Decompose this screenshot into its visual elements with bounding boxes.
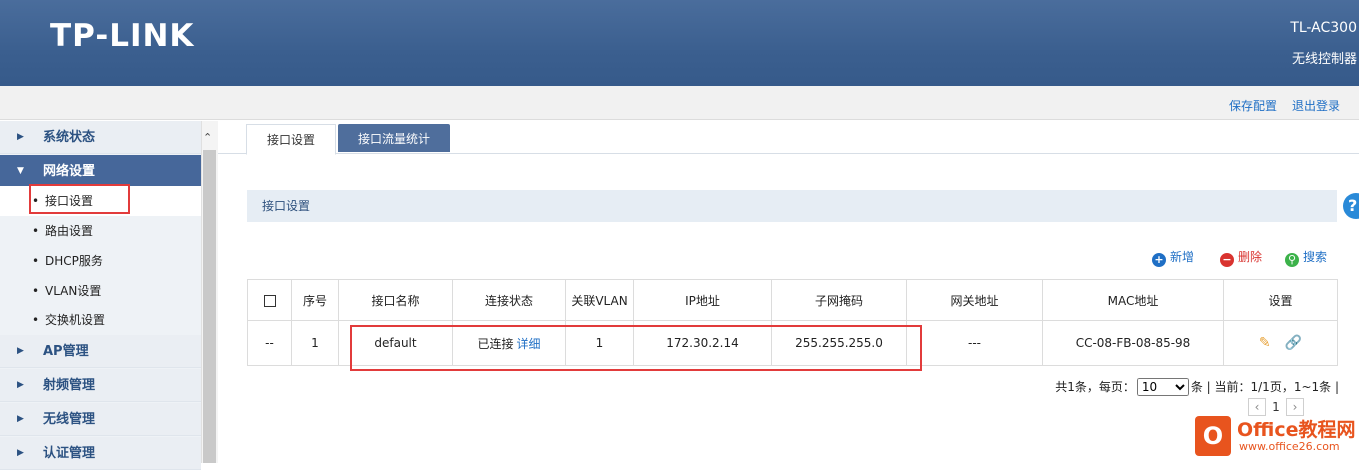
sidebar-item-label: 路由设置 <box>45 224 94 238</box>
current-page[interactable]: 1 <box>1266 400 1286 414</box>
col-header: 关联VLAN <box>565 279 634 321</box>
plus-icon: + <box>1152 253 1166 267</box>
sidebar-item-label: 交换机设置 <box>45 313 106 327</box>
select-all-cell <box>247 279 292 321</box>
tab-bar: 接口设置 接口流量统计 <box>218 121 1359 155</box>
edit-pencil-icon[interactable]: ✎ <box>1259 335 1271 351</box>
sidebar-group-label: 系统状态 <box>43 130 96 145</box>
sidebar-group-label: AP管理 <box>43 344 89 359</box>
search-button[interactable]: ⚲ 搜索 <box>1285 248 1328 267</box>
sidebar-group-system-status[interactable]: ▶ 系统状态 <box>0 121 201 154</box>
sidebar-item-dhcp[interactable]: • DHCP服务 <box>0 246 201 276</box>
top-header: TP-LINK TL-AC300 无线控制器 <box>0 0 1359 86</box>
office-logo-icon: O <box>1195 416 1231 456</box>
pager-summary: 共1条，每页： 10 条 | 当前：1/1页，1~1条 | <box>1055 378 1339 396</box>
sidebar-group-label: 射频管理 <box>43 378 96 393</box>
sidebar-group-radio[interactable]: ▶ 射频管理 <box>0 369 201 402</box>
chevron-up-icon[interactable]: ⌃ <box>203 131 212 144</box>
col-header: 接口名称 <box>338 279 453 321</box>
search-label: 搜索 <box>1303 250 1328 264</box>
link-icon[interactable]: 🔗 <box>1285 335 1302 351</box>
row-check: -- <box>247 320 292 366</box>
col-header: 连接状态 <box>452 279 566 321</box>
scrollbar-thumb[interactable] <box>203 150 216 463</box>
watermark-text: Office教程网 <box>1237 419 1356 441</box>
col-header: 网关地址 <box>906 279 1043 321</box>
caret-right-icon: ▶ <box>17 380 24 390</box>
logout-link[interactable]: 退出登录 <box>1292 97 1340 114</box>
save-config-link[interactable]: 保存配置 <box>1229 97 1277 114</box>
watermark: O Office教程网 www.office26.com <box>1195 413 1359 463</box>
bullet-icon: • <box>32 284 40 298</box>
section-title: 接口设置 <box>247 190 1337 222</box>
sidebar-item-switch[interactable]: • 交换机设置 <box>0 305 201 335</box>
sidebar-group-label: 网络设置 <box>43 164 96 179</box>
caret-right-icon: ▶ <box>17 132 24 142</box>
delete-button[interactable]: − 删除 <box>1220 248 1263 267</box>
col-header: IP地址 <box>633 279 772 321</box>
add-button[interactable]: + 新增 <box>1152 248 1195 267</box>
sidebar-item-routing[interactable]: • 路由设置 <box>0 216 201 246</box>
tab-interface-traffic[interactable]: 接口流量统计 <box>338 124 450 152</box>
row-settings: ✎ 🔗 <box>1223 320 1338 366</box>
select-all-checkbox[interactable] <box>263 294 276 307</box>
col-header: 序号 <box>291 279 339 321</box>
minus-icon: − <box>1220 253 1234 267</box>
tab-interface-settings[interactable]: 接口设置 <box>246 124 336 155</box>
caret-right-icon: ▶ <box>17 414 24 424</box>
page-size-select[interactable]: 10 <box>1136 378 1189 396</box>
sidebar-item-label: VLAN设置 <box>45 284 102 298</box>
col-header: 设置 <box>1223 279 1338 321</box>
add-label: 新增 <box>1170 250 1195 264</box>
highlight-box-row <box>350 325 922 371</box>
bullet-icon: • <box>32 254 40 268</box>
pager-suffix: 条 | 当前：1/1页，1~1条 | <box>1190 380 1339 394</box>
brand-logo: TP-LINK <box>50 18 195 54</box>
sidebar-group-auth[interactable]: ▶ 认证管理 <box>0 437 201 470</box>
sidebar-item-vlan[interactable]: • VLAN设置 <box>0 276 201 306</box>
help-icon[interactable]: ? <box>1343 193 1359 219</box>
col-header: 子网掩码 <box>771 279 907 321</box>
table-header-row: 序号 接口名称 连接状态 关联VLAN IP地址 子网掩码 网关地址 MAC地址… <box>247 279 1338 321</box>
device-subtitle: 无线控制器 <box>1291 52 1357 67</box>
row-mac: CC-08-FB-08-85-98 <box>1042 320 1224 366</box>
row-gateway: --- <box>906 320 1043 366</box>
device-model: TL-AC300 <box>1290 20 1357 36</box>
search-icon: ⚲ <box>1285 253 1299 267</box>
caret-right-icon: ▶ <box>17 346 24 356</box>
sidebar-group-label: 无线管理 <box>43 412 96 427</box>
bullet-icon: • <box>32 313 40 327</box>
col-header: MAC地址 <box>1042 279 1224 321</box>
pager-prefix: 共1条，每页： <box>1055 380 1135 394</box>
sidebar-item-label: DHCP服务 <box>45 254 103 268</box>
sidebar-group-ap[interactable]: ▶ AP管理 <box>0 335 201 368</box>
sidebar-group-wireless[interactable]: ▶ 无线管理 <box>0 403 201 436</box>
delete-label: 删除 <box>1238 250 1263 264</box>
row-index: 1 <box>291 320 339 366</box>
caret-down-icon: ▼ <box>17 166 24 176</box>
caret-right-icon: ▶ <box>17 448 24 458</box>
bullet-icon: • <box>32 224 40 238</box>
top-toolbar: 保存配置 退出登录 <box>0 86 1359 120</box>
watermark-url: www.office26.com <box>1239 440 1340 453</box>
sidebar-group-label: 认证管理 <box>43 446 96 461</box>
highlight-box-sidebar <box>29 184 130 214</box>
